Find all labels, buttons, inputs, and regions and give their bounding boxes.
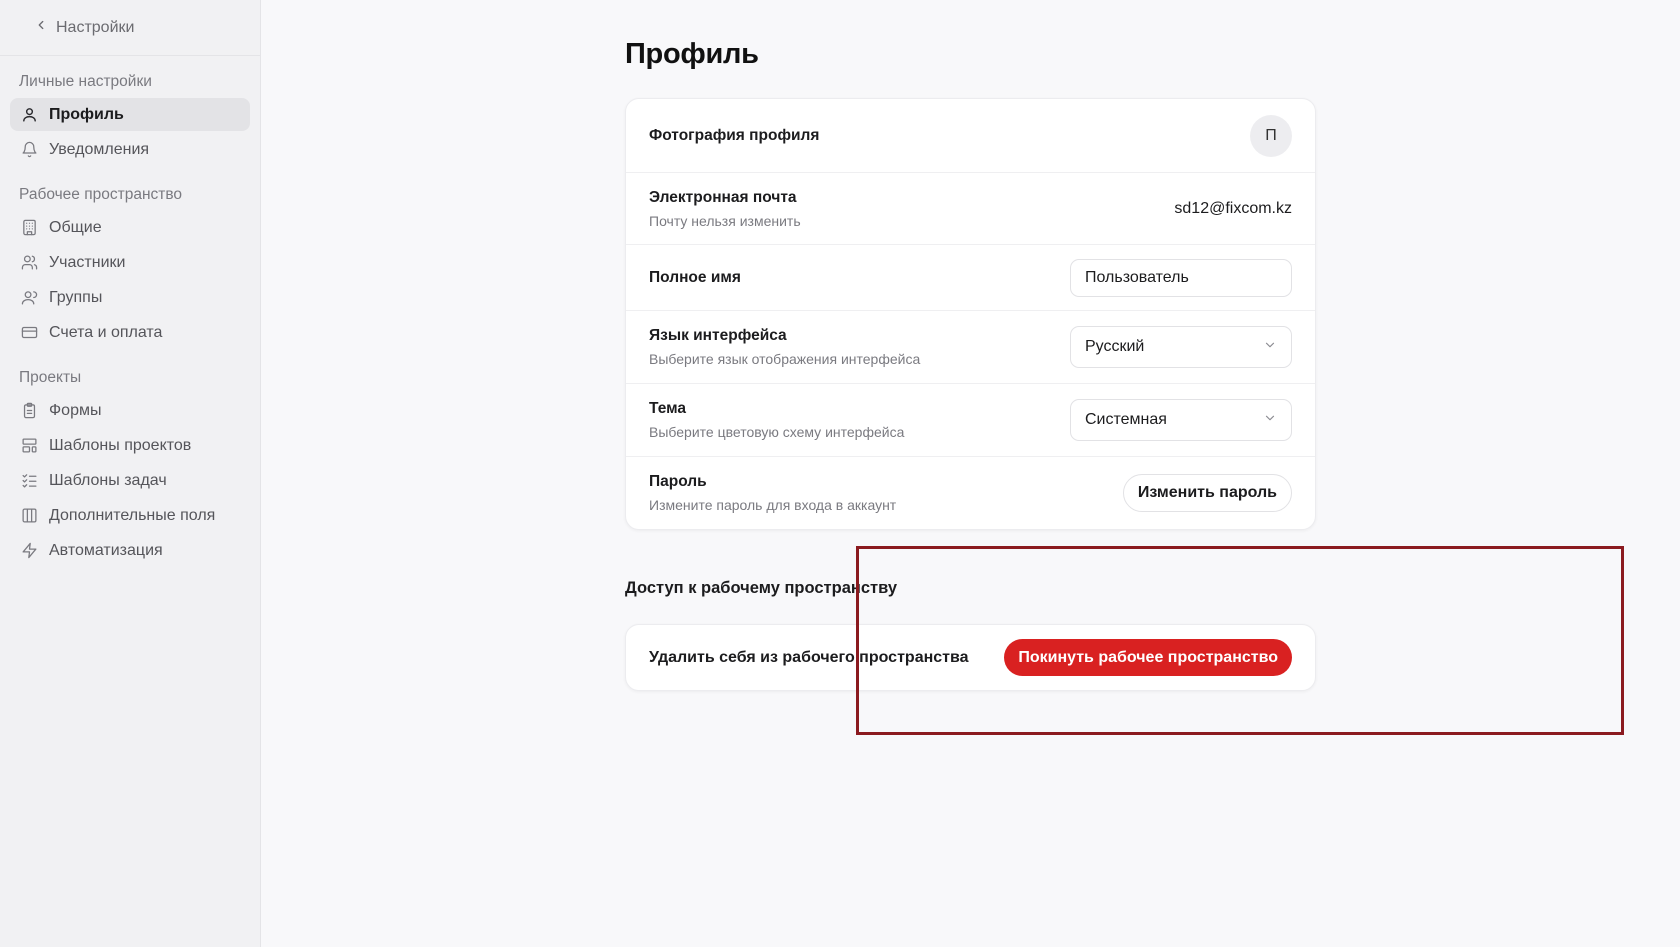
sidebar-item-general[interactable]: Общие	[10, 211, 250, 244]
main-content: Профиль Фотография профиля П Электронная…	[261, 0, 1680, 947]
section-title-personal: Личные настройки	[19, 73, 152, 90]
sidebar-item-billing[interactable]: Счета и оплата	[10, 316, 250, 349]
theme-label: Тема	[649, 400, 686, 417]
sidebar-item-groups[interactable]: Группы	[10, 281, 250, 314]
password-sublabel: Измените пароль для входа в аккаунт	[649, 497, 897, 513]
building-icon	[20, 219, 38, 237]
chevron-down-icon	[1263, 338, 1277, 357]
fullname-input[interactable]	[1070, 258, 1292, 297]
leave-workspace-label: Удалить себя из рабочего пространства	[649, 648, 969, 666]
workspace-access-title: Доступ к рабочему пространству	[625, 579, 898, 597]
sidebar-item-profile[interactable]: Профиль	[10, 98, 250, 131]
avatar-initial: П	[1265, 126, 1277, 144]
avatar[interactable]: П	[1250, 114, 1292, 157]
sidebar-item-task-templates[interactable]: Шаблоны задач	[10, 464, 250, 497]
password-row: Пароль Измените пароль для входа в аккау…	[626, 457, 1315, 529]
profile-photo-row: Фотография профиля П	[626, 99, 1315, 173]
group-icon	[20, 289, 38, 307]
chevron-down-icon	[1263, 411, 1277, 430]
change-password-button[interactable]: Изменить пароль	[1122, 474, 1292, 512]
section-title-workspace: Рабочее пространство	[19, 186, 183, 203]
sidebar-item-label: Уведомления	[49, 140, 150, 158]
layout-template-icon	[20, 437, 38, 455]
password-label: Пароль	[649, 473, 707, 490]
theme-sublabel: Выберите цветовую схему интерфейса	[649, 424, 905, 440]
sidebar-item-forms[interactable]: Формы	[10, 394, 250, 427]
email-row: Электронная почта Почту нельзя изменить …	[626, 173, 1315, 245]
clipboard-icon	[20, 402, 38, 420]
sidebar-item-label: Шаблоны задач	[49, 471, 167, 489]
workspace-access-card: Удалить себя из рабочего пространства По…	[625, 624, 1316, 691]
leave-workspace-button[interactable]: Покинуть рабочее пространство	[1004, 639, 1292, 676]
photo-label: Фотография профиля	[649, 126, 820, 144]
email-value: sd12@fixcom.kz	[1174, 199, 1292, 217]
sidebar-item-label: Счета и оплата	[49, 323, 163, 341]
section-title-projects: Проекты	[19, 369, 82, 386]
page-title: Профиль	[625, 38, 759, 70]
chevron-left-icon	[34, 18, 56, 37]
email-sublabel: Почту нельзя изменить	[649, 212, 801, 229]
sidebar-item-label: Общие	[49, 218, 102, 236]
language-label: Язык интерфейса	[649, 327, 787, 344]
bell-icon	[20, 141, 38, 159]
app-root: Настройки Личные настройки Профиль Уведо…	[0, 0, 1680, 947]
sidebar-item-project-templates[interactable]: Шаблоны проектов	[10, 429, 250, 462]
sidebar-item-automation[interactable]: Автоматизация	[10, 534, 250, 567]
sidebar-item-label: Шаблоны проектов	[49, 436, 192, 454]
list-checks-icon	[20, 472, 38, 490]
language-row: Язык интерфейса Выберите язык отображени…	[626, 311, 1315, 384]
sidebar-item-notifications[interactable]: Уведомления	[10, 133, 250, 166]
theme-selected-value: Системная	[1085, 411, 1167, 428]
fullname-row: Полное имя	[626, 245, 1315, 311]
sidebar-item-label: Автоматизация	[49, 541, 163, 559]
profile-card: Фотография профиля П Электронная почта П…	[625, 98, 1316, 530]
back-label: Настройки	[56, 18, 135, 36]
email-label: Электронная почта	[649, 188, 797, 206]
language-select[interactable]: Русский	[1070, 326, 1292, 368]
sidebar-item-label: Группы	[49, 288, 103, 306]
language-sublabel: Выберите язык отображения интерфейса	[649, 351, 921, 367]
zap-icon	[20, 542, 38, 560]
sidebar-item-label: Формы	[49, 401, 102, 419]
sidebar-item-members[interactable]: Участники	[10, 246, 250, 279]
theme-row: Тема Выберите цветовую схему интерфейса …	[626, 384, 1315, 457]
users-icon	[20, 254, 38, 272]
sidebar-item-label: Профиль	[49, 105, 124, 123]
back-to-settings-link[interactable]: Настройки	[0, 0, 260, 56]
fullname-label: Полное имя	[649, 268, 741, 286]
user-icon	[20, 106, 38, 124]
settings-sidebar: Настройки Личные настройки Профиль Уведо…	[0, 0, 261, 947]
sidebar-item-label: Участники	[49, 253, 126, 271]
sidebar-item-label: Дополнительные поля	[49, 506, 216, 524]
credit-card-icon	[20, 324, 38, 342]
columns-icon	[20, 507, 38, 525]
theme-select[interactable]: Системная	[1070, 399, 1292, 441]
sidebar-item-custom-fields[interactable]: Дополнительные поля	[10, 499, 250, 532]
language-selected-value: Русский	[1085, 338, 1145, 355]
